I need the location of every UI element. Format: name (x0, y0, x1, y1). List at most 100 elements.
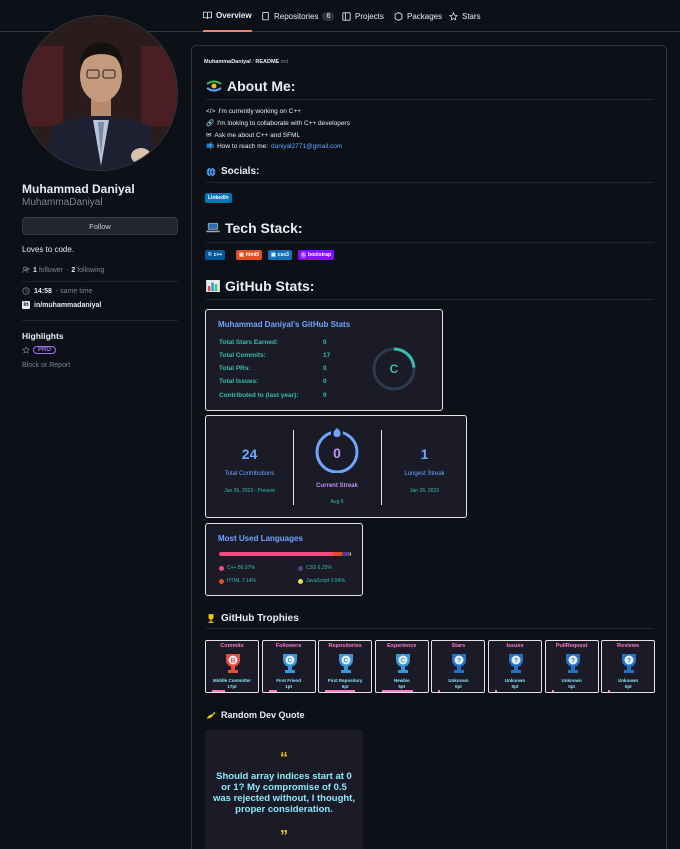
avatar[interactable] (22, 15, 178, 171)
trophy-rank: Newbie (393, 678, 410, 683)
socials-heading: Socials: (206, 166, 259, 177)
stat-value: 0 (323, 339, 327, 346)
divider (22, 320, 178, 321)
language-item: JavaScript 0.54% (298, 578, 345, 584)
pro-badge[interactable]: PRO (33, 346, 57, 354)
socials-title: Socials: (221, 166, 260, 177)
badge-label: html5 (245, 252, 260, 258)
stat-value: 0 (323, 378, 327, 385)
cpp-badge[interactable]: © c++ (205, 250, 226, 260)
quote-card: “ Should array indices start at 0 or 1? … (205, 730, 363, 849)
language-bar-segment (219, 552, 333, 556)
stat-label: Total Issues: (219, 378, 259, 385)
trophy-progress-bar (325, 690, 355, 692)
repositories-count: 6 (322, 11, 335, 21)
trophy-title: PullRequest (555, 643, 588, 649)
current-streak-label: Current Streak (316, 483, 358, 489)
language-bar-segment (342, 552, 351, 556)
badge-label: bootstrap (308, 252, 332, 258)
tab-overview[interactable]: Overview (203, 0, 252, 32)
profile-name: Muhammad Daniyal (22, 182, 135, 196)
pro-row: PRO (22, 346, 57, 354)
following-link[interactable]: 2 following (71, 267, 104, 274)
bootstrap-badge[interactable]: Ⓑbootstrap (298, 250, 335, 260)
languages-bar (219, 552, 351, 556)
language-dot (298, 578, 303, 584)
tab-packages-label: Packages (407, 11, 443, 21)
linkedin-link[interactable]: in in/muhammadaniyal (22, 301, 101, 309)
trophy-medal-icon: ? (622, 654, 637, 673)
avatar-portrait (23, 16, 177, 170)
dot-separator: · (65, 266, 69, 274)
trophy-rank: Unknown (504, 678, 526, 683)
book-icon (203, 11, 212, 19)
html5-badge[interactable]: ▣ html5 (236, 250, 263, 260)
trophy-progress-bar (551, 690, 554, 692)
tab-stars[interactable]: Stars (449, 0, 481, 32)
heading-rule (206, 299, 654, 300)
stats-title: GitHub Stats: (225, 278, 315, 294)
trophy-grade: B (231, 658, 236, 665)
trophy-points: 0pt (624, 684, 632, 689)
tech-title: Tech Stack: (225, 220, 303, 236)
linkedin-badge[interactable]: LinkedIn (205, 193, 232, 203)
profile-bio: Loves to code. (22, 245, 75, 254)
trophy-card: PullRequest? Unknown 0pt (544, 640, 599, 693)
trophy-points: 17pt (227, 684, 237, 689)
tab-projects-label: Projects (355, 11, 384, 21)
about-line-text: I'm currently working on C++ (218, 108, 301, 115)
readme-path-user[interactable]: MuhammaDaniyal (204, 59, 251, 65)
trophy-grade: ? (571, 658, 575, 665)
total-contributions-label: Total Contributions (224, 471, 275, 477)
language-label: JavaScript 0.54% (306, 578, 345, 584)
trophy-progress-bar (438, 690, 441, 692)
trophy-grade: ? (457, 658, 461, 665)
about-line-text: Ask me about C++ and SFML (214, 131, 301, 139)
tab-packages[interactable]: Packages (394, 0, 442, 32)
trophy-rank: Middle Committer (212, 678, 251, 683)
trophy-progress-bar (268, 690, 277, 692)
linkedin-icon: in (22, 301, 30, 309)
rank-grade: C (390, 362, 399, 376)
streak-card: 24 Total Contributions Jan 26, 2023 - Pr… (205, 415, 467, 518)
following-label: following (77, 266, 105, 274)
css3-logo-icon: ▣ (271, 252, 276, 258)
trophy-medal-icon: ? (565, 654, 580, 673)
trophy-title: Issues (506, 643, 524, 649)
language-item: C++ 86.07% (219, 565, 255, 571)
tab-repositories[interactable]: Repositories 6 (261, 0, 335, 32)
trophy-points: 1pt (285, 684, 292, 689)
trophy-grade: ? (514, 658, 518, 665)
css3-badge[interactable]: ▣ css3 (268, 250, 292, 260)
block-or-report-link[interactable]: Block or Report (22, 362, 70, 369)
trophy-progress-bar (212, 690, 225, 692)
trophy-title: Experience (387, 643, 417, 649)
email-link[interactable]: daniyal2771@gmail.com (271, 143, 342, 150)
trophies-heading: GitHub Trophies (206, 613, 299, 624)
tab-overview-label: Overview (216, 10, 252, 20)
waving-arrows-icon (206, 80, 222, 92)
trophy-title: Stars (451, 643, 466, 649)
trophy-progress-bar (608, 690, 611, 692)
trophy-card: Commits B Middle Committer 17pt (205, 640, 259, 693)
languages-card: Most Used Languages C++ 86.07% CSS 6.25%… (205, 523, 363, 596)
trophy-rank: First Repository (327, 678, 363, 683)
tab-projects[interactable]: Projects (342, 0, 384, 32)
followers-link[interactable]: 1 follower (33, 267, 63, 274)
language-label: HTML 7.14% (227, 578, 256, 584)
followers-count: 1 (33, 266, 37, 274)
star-outline-icon (22, 346, 30, 354)
trophy-grade: C (344, 658, 349, 665)
readme-path: MuhammaDaniyal / README.md (204, 59, 288, 65)
total-contributions: 24 (241, 446, 258, 462)
trophy-title: Followers (275, 643, 302, 649)
heading-rule (206, 99, 654, 100)
trophy-card: Experience C Newbie 5pt (374, 640, 429, 693)
trophy-grade: C (287, 658, 292, 665)
star-icon (449, 11, 458, 21)
follow-button[interactable]: Follow (22, 217, 178, 235)
language-bar-segment (332, 552, 343, 556)
laptop-icon (206, 222, 220, 233)
current-streak-date: Aug 6 (330, 499, 344, 505)
followers-label: follower (38, 266, 63, 274)
